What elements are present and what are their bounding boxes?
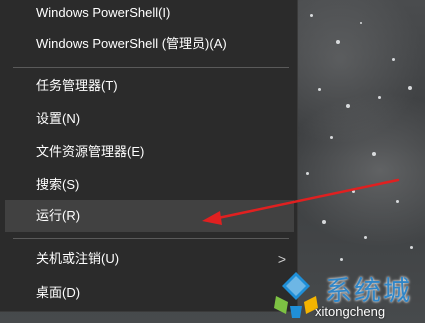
arrow-head [202,211,222,225]
watermark-text: 系统城 [325,276,412,307]
watermark-domain: xitongcheng [315,304,386,319]
arrow-shaft [216,178,400,220]
windows-logo-icon [274,272,318,318]
site-watermark: 系统城 xitongcheng [272,268,425,323]
